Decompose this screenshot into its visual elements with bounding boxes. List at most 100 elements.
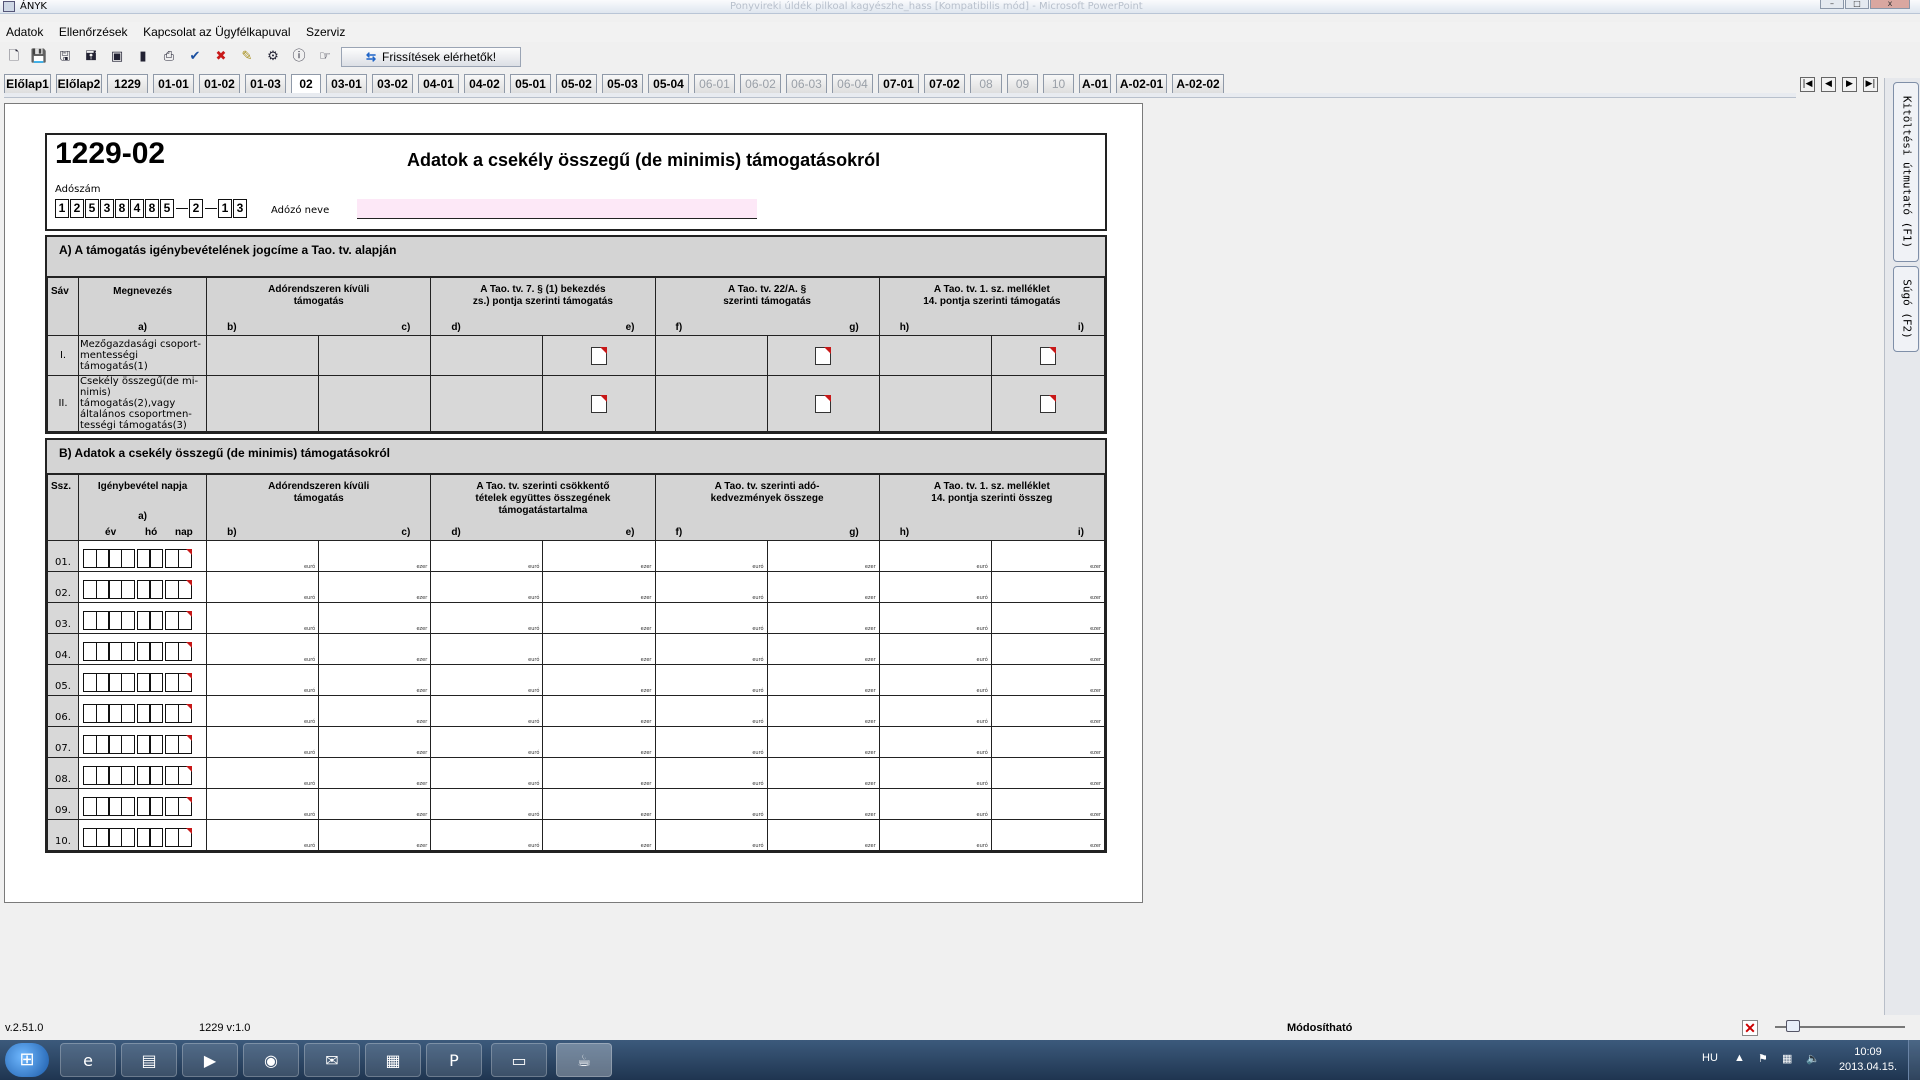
cell-h[interactable]: euró (878, 757, 992, 789)
cell-g[interactable]: ezer (766, 633, 880, 665)
cell-f[interactable]: euró (654, 726, 768, 758)
cell-f[interactable]: euró (654, 664, 768, 696)
taxid-county-digit[interactable]: 1 (218, 199, 232, 218)
cell-h[interactable]: euró (878, 633, 992, 665)
cell-e[interactable]: ezer (542, 633, 656, 665)
settings-icon[interactable]: ⚙ (264, 49, 282, 65)
cell-h[interactable]: euró (878, 726, 992, 758)
menu-szerviz[interactable]: Szerviz (300, 22, 351, 42)
print-icon[interactable]: ⎙ (160, 49, 178, 65)
taxid-digit[interactable]: 4 (130, 199, 144, 218)
new-doc-icon[interactable]: 🗋 (5, 49, 23, 65)
first-page-button[interactable]: |◀ (1800, 77, 1815, 92)
cell-i[interactable]: ezer (990, 757, 1106, 789)
tab-01-02[interactable]: 01-02 (199, 74, 240, 93)
cell-e[interactable]: ezer (542, 664, 656, 696)
prev-page-button[interactable]: ◀ (1821, 77, 1836, 92)
date-field[interactable] (78, 664, 208, 696)
cell-h[interactable]: euró (878, 664, 992, 696)
cell-b[interactable]: euró (206, 602, 320, 634)
cell-b[interactable]: euró (206, 788, 320, 820)
taxid-vat-digit[interactable]: 2 (189, 199, 203, 218)
cell-g[interactable] (766, 335, 880, 376)
cell-e[interactable] (542, 375, 656, 432)
taxpayer-name-input[interactable] (357, 199, 757, 219)
year-box[interactable] (120, 797, 135, 816)
cell-h[interactable]: euró (878, 695, 992, 727)
cell-d[interactable]: euró (430, 664, 544, 696)
cell-d[interactable]: euró (430, 571, 544, 603)
document-icon[interactable] (590, 346, 607, 365)
year-box[interactable] (120, 642, 135, 661)
clock[interactable]: 10:09 2013.04.15. (1830, 1045, 1906, 1075)
chrome-icon[interactable]: ◉ (243, 1043, 299, 1077)
taxid-county-digit[interactable]: 3 (233, 199, 247, 218)
tab-a-01[interactable]: A-01 (1079, 74, 1111, 93)
cmd-icon[interactable]: ▭ (491, 1043, 547, 1077)
pencil-icon[interactable]: ✎ (238, 49, 256, 65)
cell-d[interactable]: euró (430, 819, 544, 851)
cell-g[interactable]: ezer (766, 788, 880, 820)
month-box[interactable] (149, 549, 164, 568)
save-icon[interactable]: 💾 (30, 49, 48, 65)
cell-d[interactable]: euró (430, 540, 544, 572)
taxid-digit[interactable]: 5 (160, 199, 174, 218)
help-tab[interactable]: Súgó (F2) (1893, 266, 1919, 352)
cell-f[interactable]: euró (654, 633, 768, 665)
cell-d[interactable]: euró (430, 633, 544, 665)
cell-h[interactable]: euró (878, 788, 992, 820)
month-box[interactable] (149, 642, 164, 661)
cell-g[interactable]: ezer (766, 726, 880, 758)
save-icon[interactable]: ▦ (365, 1043, 421, 1077)
cell-c[interactable]: ezer (318, 757, 432, 789)
tab-03-01[interactable]: 03-01 (326, 74, 367, 93)
cell-c[interactable]: ezer (318, 788, 432, 820)
cell-h[interactable]: euró (878, 540, 992, 572)
tab-05-03[interactable]: 05-03 (602, 74, 643, 93)
cell-g[interactable]: ezer (766, 819, 880, 851)
tab-07-01[interactable]: 07-01 (878, 74, 919, 93)
year-box[interactable] (120, 549, 135, 568)
cell-f[interactable]: euró (654, 602, 768, 634)
language-indicator[interactable]: HU (1702, 1052, 1718, 1064)
date-field[interactable] (78, 540, 208, 572)
save-as-icon[interactable]: 🖫 (56, 49, 74, 65)
cell-b[interactable]: euró (206, 726, 320, 758)
cell-e[interactable]: ezer (542, 695, 656, 727)
media-icon[interactable]: ▶ (182, 1043, 238, 1077)
cell-b[interactable]: euró (206, 664, 320, 696)
cell-i[interactable]: ezer (990, 633, 1106, 665)
cell-c[interactable]: ezer (318, 726, 432, 758)
menu-ugyfelkapu[interactable]: Kapcsolat az Ügyfélkapuval (137, 22, 296, 42)
taxid-digit[interactable]: 8 (115, 199, 129, 218)
day-box[interactable] (177, 735, 192, 754)
cell-f[interactable]: euró (654, 695, 768, 727)
network-icon[interactable]: ▦ (1782, 1052, 1792, 1065)
year-box[interactable] (120, 673, 135, 692)
menu-adatok[interactable]: Adatok (0, 22, 49, 42)
date-field[interactable] (78, 633, 208, 665)
month-box[interactable] (149, 828, 164, 847)
date-field[interactable] (78, 788, 208, 820)
mail-icon[interactable]: ✉ (304, 1043, 360, 1077)
cell-f[interactable]: euró (654, 819, 768, 851)
tab-05-01[interactable]: 05-01 (510, 74, 551, 93)
taxid-digit[interactable]: 2 (70, 199, 84, 218)
volume-icon[interactable]: 🔈 (1806, 1052, 1820, 1065)
month-box[interactable] (149, 766, 164, 785)
cell-f[interactable]: euró (654, 788, 768, 820)
tab-04-02[interactable]: 04-02 (464, 74, 505, 93)
cell-g[interactable] (766, 375, 880, 432)
cell-g[interactable]: ezer (766, 540, 880, 572)
day-box[interactable] (177, 549, 192, 568)
cell-b[interactable]: euró (206, 757, 320, 789)
tab-07-02[interactable]: 07-02 (924, 74, 965, 93)
cell-e[interactable]: ezer (542, 540, 656, 572)
folder-icon[interactable]: ▤ (121, 1043, 177, 1077)
document-icon[interactable] (590, 394, 607, 413)
date-field[interactable] (78, 726, 208, 758)
month-box[interactable] (149, 580, 164, 599)
date-field[interactable] (78, 602, 208, 634)
cell-d[interactable]: euró (430, 602, 544, 634)
day-box[interactable] (177, 673, 192, 692)
